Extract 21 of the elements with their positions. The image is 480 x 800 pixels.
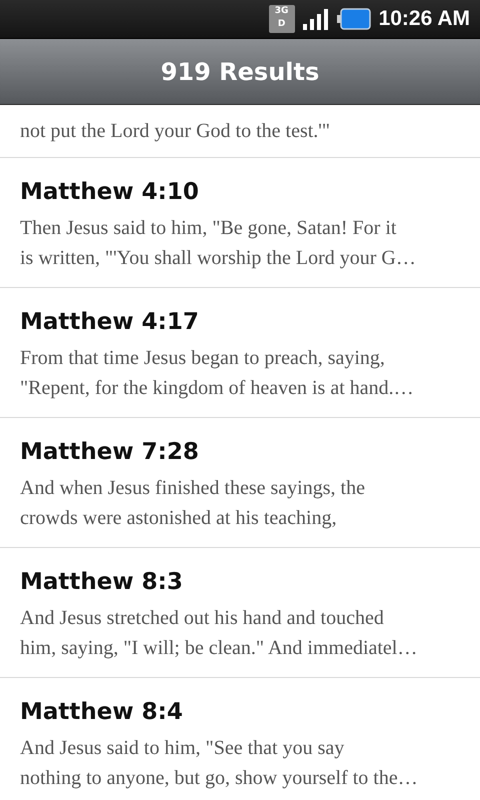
battery-icon [336, 8, 371, 30]
verse-text-line: And when Jesus finished these sayings, the [20, 476, 366, 501]
verse-text-line: crowds were astonished at his teaching, [20, 506, 338, 531]
verse-reference[interactable]: Matthew 7:28 [20, 437, 460, 467]
verse-reference[interactable]: Matthew 8:3 [20, 567, 460, 597]
verse-text-line: From that time Jesus began to preach, saying, [20, 346, 386, 371]
verse-text-line: not put the Lord your God to the test.'" [20, 119, 332, 144]
verse-text-line: him, saying, "I will; be clean." And immediatel… [20, 636, 418, 661]
clock-time: 10:26 AM [378, 7, 470, 31]
verse-reference[interactable]: Matthew 4:17 [20, 307, 460, 337]
verse-text-line: And Jesus stretched out his hand and touched [20, 606, 385, 631]
results-title: 919 Results [160, 58, 320, 86]
signal-icon [302, 8, 329, 30]
verse-text-line: nothing to anyone, but go, show yourself to the… [20, 766, 419, 791]
verse-reference[interactable]: Matthew 4:10 [20, 177, 460, 207]
verse-text-line: is written, "'You shall worship the Lord your G… [20, 246, 417, 271]
verse-reference[interactable]: Matthew 8:4 [20, 697, 460, 727]
verse-text-line: And Jesus said to him, "See that you say [20, 736, 346, 761]
verse-text-line: Then Jesus said to him, "Be gone, Satan! For it [20, 216, 398, 241]
verse-text-line: "Repent, for the kingdom of heaven is at hand.… [20, 376, 415, 401]
network-type-icon: 3G D [268, 5, 295, 33]
